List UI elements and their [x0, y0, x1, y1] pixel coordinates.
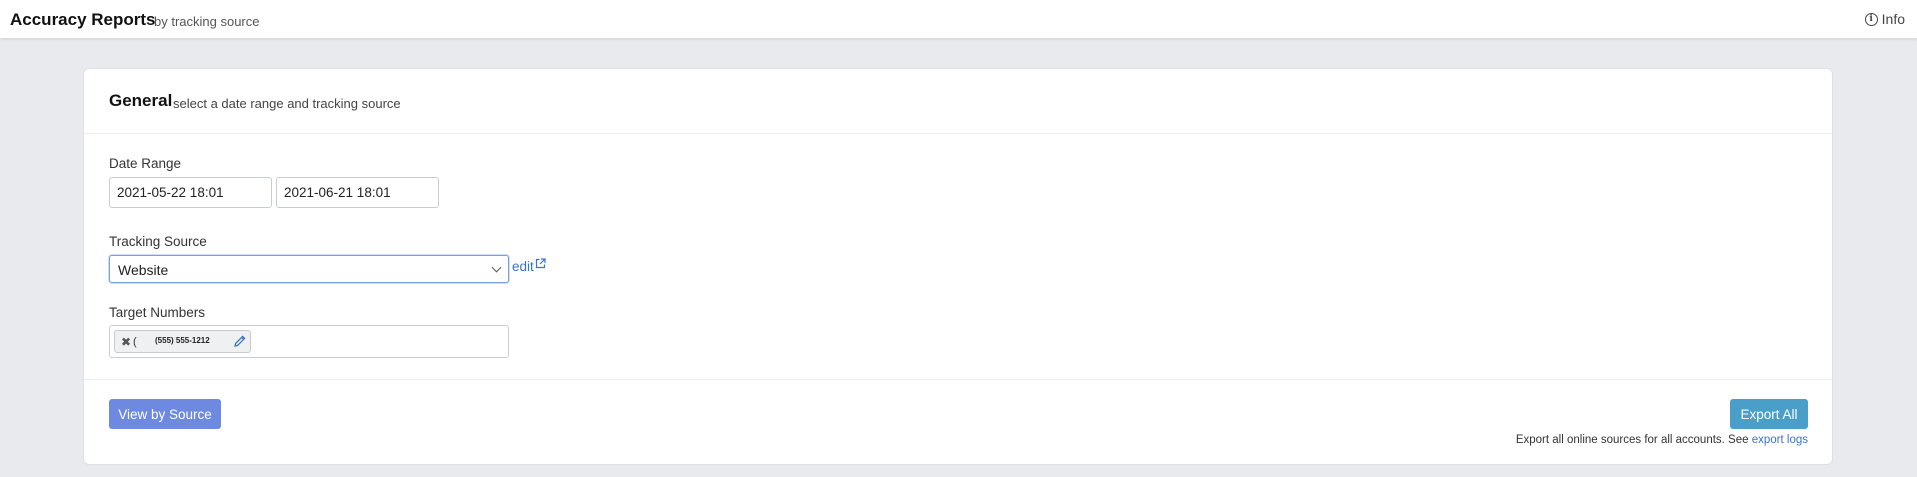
tracking-source-label: Tracking Source [109, 234, 207, 249]
date-range-label: Date Range [109, 156, 182, 171]
pencil-icon[interactable] [233, 334, 247, 348]
tracking-source-value: Website [118, 262, 169, 278]
info-label: Info [1881, 11, 1905, 27]
card-title: General [109, 91, 173, 110]
top-bar: Accuracy Reports by tracking source i In… [0, 0, 1917, 38]
export-all-button[interactable]: Export All [1730, 399, 1808, 429]
tracking-source-edit-link[interactable]: edit [512, 258, 546, 274]
tracking-source-select[interactable]: Website [109, 255, 509, 283]
date-range-end-input[interactable] [276, 177, 439, 208]
export-logs-link[interactable]: export logs [1752, 434, 1808, 446]
page-subtitle: by tracking source [154, 14, 260, 29]
tag-number: (555) 555-1212 [155, 336, 210, 345]
info-icon: i [1864, 12, 1878, 26]
view-by-source-button[interactable]: View by Source [109, 399, 221, 429]
info-link[interactable]: i Info [1864, 11, 1905, 27]
page-title: Accuracy Reports [10, 10, 156, 29]
target-numbers-label: Target Numbers [109, 305, 206, 320]
edit-link-label: edit [512, 259, 534, 274]
export-note-text: Export all online sources for all accoun… [1515, 434, 1749, 446]
target-numbers-input[interactable]: ✖ ( (555) 555-1212 [109, 325, 509, 358]
card-subtitle: select a date range and tracking source [173, 96, 401, 111]
date-range-start-input[interactable] [109, 177, 272, 208]
footer-divider [84, 379, 1832, 380]
remove-tag-icon[interactable]: ✖ [121, 335, 131, 349]
tag-prefix: ( [133, 336, 137, 348]
card-header: General select a date range and tracking… [84, 69, 1832, 134]
external-link-icon [535, 258, 546, 269]
chevron-down-icon [491, 262, 502, 273]
general-card: General select a date range and tracking… [83, 68, 1833, 465]
export-note: Export all online sources for all accoun… [1516, 434, 1808, 446]
target-number-tag: ✖ ( (555) 555-1212 [114, 330, 251, 353]
